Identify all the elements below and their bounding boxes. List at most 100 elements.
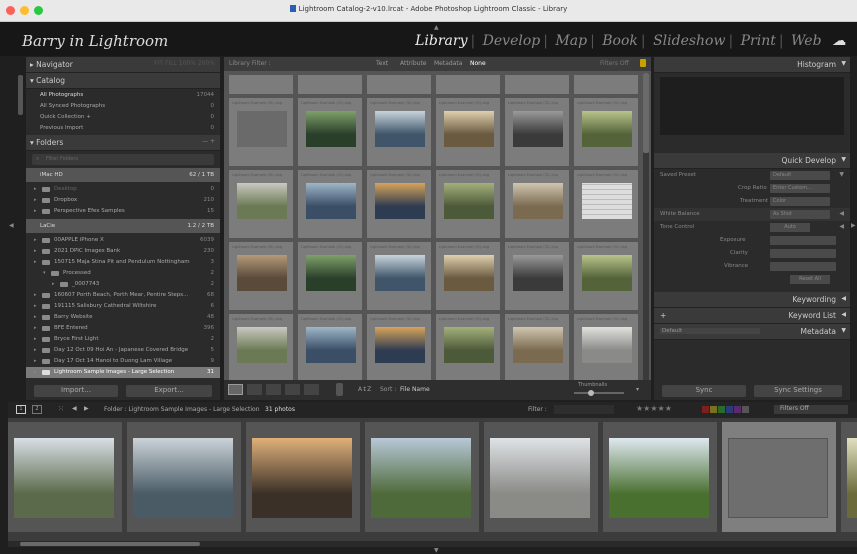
grid-thumbnail[interactable]: Lightroom Example (31).dng (435, 97, 501, 167)
lock-icon[interactable] (640, 59, 646, 67)
yellow-label-swatch[interactable] (710, 406, 717, 413)
filmstrip-thumbnail[interactable] (8, 422, 122, 532)
grid-thumbnail[interactable]: Lightroom Example (31).dng (366, 75, 432, 95)
navigator-header[interactable]: ▸ Navigator FIT FILL 100% 200% (26, 57, 220, 73)
grid-thumbnail[interactable]: Lightroom Example (31).dng (366, 169, 432, 239)
keyword-list-header[interactable]: + Keyword List ◀ (654, 308, 850, 324)
toolbar-menu-icon[interactable]: ▾ (636, 386, 639, 393)
module-print[interactable]: Print (738, 33, 779, 49)
metadata-header[interactable]: Default Metadata ▼ (654, 324, 850, 340)
crop-ratio-menu[interactable]: Enter Custom... (770, 184, 830, 193)
navigator-zoom-options[interactable]: FIT FILL 100% 200% (154, 60, 215, 67)
filmstrip-scrollbar-thumb[interactable] (20, 542, 200, 546)
loupe-view-icon[interactable] (247, 384, 262, 395)
folder-item[interactable]: ▸ 160607 Porth Beach, Porth Mear, Pentire… (26, 290, 220, 301)
module-book[interactable]: Book (599, 33, 641, 49)
folder-item[interactable]: ▸ Day 12 Oct 09 Hoi An - Japanese Covered… (26, 345, 220, 356)
disclosure-triangle-icon[interactable]: ▸ (34, 369, 37, 375)
bottom-panel-toggle-icon[interactable]: ▼ (434, 547, 439, 554)
folder-item[interactable]: ▸ Lightroom Sample Images - Large Selecti… (26, 367, 220, 378)
filter-presets-menu[interactable]: Filters Off (600, 60, 629, 67)
grid-thumbnail[interactable]: Lightroom Example (31).dng (228, 75, 294, 95)
folder-item[interactable]: ▸ Day 17 Oct 14 Hanoi to Duong Lam Villag… (26, 356, 220, 367)
module-develop[interactable]: Develop (480, 33, 544, 49)
catalog-item[interactable]: Quick Collection + 0 (26, 112, 220, 123)
filter-tab-none[interactable]: None (470, 60, 486, 67)
grid-thumbnail[interactable]: Lightroom Example (31).dng (435, 241, 501, 311)
grid-thumbnail[interactable]: Lightroom Example (31).dng (573, 313, 639, 383)
secondary-display-icon[interactable]: 2 (32, 405, 42, 414)
grid-thumbnail[interactable]: Lightroom Example (31).dng (297, 169, 363, 239)
grid-thumbnail[interactable]: Lightroom Example (31).dng (504, 313, 570, 383)
histogram-header[interactable]: Histogram ▼ (654, 57, 850, 73)
compare-view-icon[interactable] (266, 384, 281, 395)
auto-tone-button[interactable]: Auto (770, 223, 810, 232)
grid-thumbnail[interactable]: Lightroom Example (31).dng (573, 169, 639, 239)
metadata-preset-menu[interactable]: Default (660, 328, 760, 334)
grid-thumbnail[interactable]: Lightroom Example (31).dng (573, 241, 639, 311)
folder-item[interactable]: ▸ 191115 Salisbury Cathedral Wiltshire 6 (26, 301, 220, 312)
folders-header[interactable]: ▾ Folders — + (26, 135, 220, 151)
volume-header[interactable]: iMac HD 62 / 1 TB (26, 168, 220, 182)
filmstrip-source[interactable]: Folder : Lightroom Sample Images - Large… (104, 406, 260, 413)
filter-tab-metadata[interactable]: Metadata (434, 60, 462, 67)
module-map[interactable]: Map (552, 33, 590, 49)
sort-direction-icon[interactable]: A↕Z (358, 386, 371, 393)
thumbnail-size-slider[interactable] (574, 392, 624, 394)
catalog-item[interactable]: All Photographs 17044 (26, 90, 220, 101)
volume-header[interactable]: LaCie 1.2 / 2 TB (26, 219, 220, 233)
rating-filter[interactable]: ★★★★★ (636, 404, 672, 413)
grid-thumbnail[interactable]: Lightroom Example (31).dng (435, 313, 501, 383)
filmstrip-photo-count[interactable]: 31 photos (265, 406, 295, 413)
grid-thumbnail[interactable]: Lightroom Example (31).dng (366, 313, 432, 383)
disclosure-triangle-icon[interactable]: ▸ (34, 325, 37, 331)
survey-view-icon[interactable] (285, 384, 300, 395)
grid-thumbnail[interactable]: Lightroom Example (31).dng (504, 97, 570, 167)
filmstrip-thumbnail[interactable] (722, 422, 836, 532)
import-button[interactable]: Import... (34, 385, 118, 397)
primary-display-icon[interactable]: 1 (16, 405, 26, 414)
folder-item[interactable]: ▸ Barry Website 48 (26, 312, 220, 323)
folder-item[interactable]: ▾ Processed 2 (26, 268, 220, 279)
grid-scrollbar[interactable] (643, 73, 649, 384)
grid-thumbnail[interactable]: Lightroom Example (31).dng (435, 169, 501, 239)
disclosure-triangle-icon[interactable]: ▸ (34, 347, 37, 353)
disclosure-triangle-icon[interactable]: ▸ (34, 186, 37, 192)
grid-icon[interactable]: ⁙ (58, 405, 64, 413)
no-label-swatch[interactable] (742, 406, 749, 413)
forward-arrow-icon[interactable]: ▶ (84, 405, 89, 412)
folder-search-field[interactable]: ⌕ Filter Folders (32, 154, 214, 165)
grid-thumbnail[interactable]: Lightroom Example (31).dng (504, 169, 570, 239)
reset-all-button[interactable]: Reset All (790, 275, 830, 284)
left-panel-scrollbar[interactable] (18, 75, 23, 115)
folder-item[interactable]: ▸ 00APPLE iPhone X 6039 (26, 235, 220, 246)
grid-thumbnail[interactable]: Lightroom Example (31).dng (297, 313, 363, 383)
painter-icon[interactable] (336, 383, 343, 396)
filmstrip-thumbnail[interactable] (484, 422, 598, 532)
top-panel-toggle-icon[interactable]: ▲ (434, 24, 439, 31)
disclosure-triangle-icon[interactable]: ▸ (34, 358, 37, 364)
filmstrip-thumbnail[interactable] (127, 422, 241, 532)
grid-thumbnail[interactable]: Lightroom Example (31).dng (297, 97, 363, 167)
disclosure-triangle-icon[interactable]: ▸ (34, 292, 37, 298)
grid-scrollbar-thumb[interactable] (643, 73, 649, 153)
disclosure-triangle-icon[interactable]: ▸ (34, 303, 37, 309)
sort-menu[interactable]: File Name (400, 386, 430, 393)
grid-thumbnail[interactable]: Lightroom Example (31).dng (366, 97, 432, 167)
module-web[interactable]: Web (788, 33, 825, 49)
folder-item[interactable]: ▸ 150715 Maja Stina Pit and Pendulum Nott… (26, 257, 220, 268)
sync-settings-button[interactable]: Sync Settings (754, 385, 842, 397)
catalog-header[interactable]: ▾ Catalog (26, 73, 220, 89)
back-arrow-icon[interactable]: ◀ (72, 405, 77, 412)
filter-tab-text[interactable]: Text (376, 60, 388, 67)
grid-thumbnail[interactable]: Lightroom Example (31).dng (573, 97, 639, 167)
folder-item[interactable]: ▸ Bryce First Light 2 (26, 334, 220, 345)
grid-thumbnail[interactable]: Lightroom Example (31).dng (228, 169, 294, 239)
add-keyword-icon[interactable]: + (660, 311, 666, 320)
disclosure-triangle-icon[interactable]: ▸ (34, 208, 37, 214)
disclosure-triangle-icon[interactable]: ▸ (34, 197, 37, 203)
catalog-item[interactable]: Previous Import 0 (26, 123, 220, 134)
purple-label-swatch[interactable] (734, 406, 741, 413)
disclosure-triangle-icon[interactable]: ▸ (52, 281, 55, 287)
catalog-item[interactable]: All Synced Photographs 0 (26, 101, 220, 112)
